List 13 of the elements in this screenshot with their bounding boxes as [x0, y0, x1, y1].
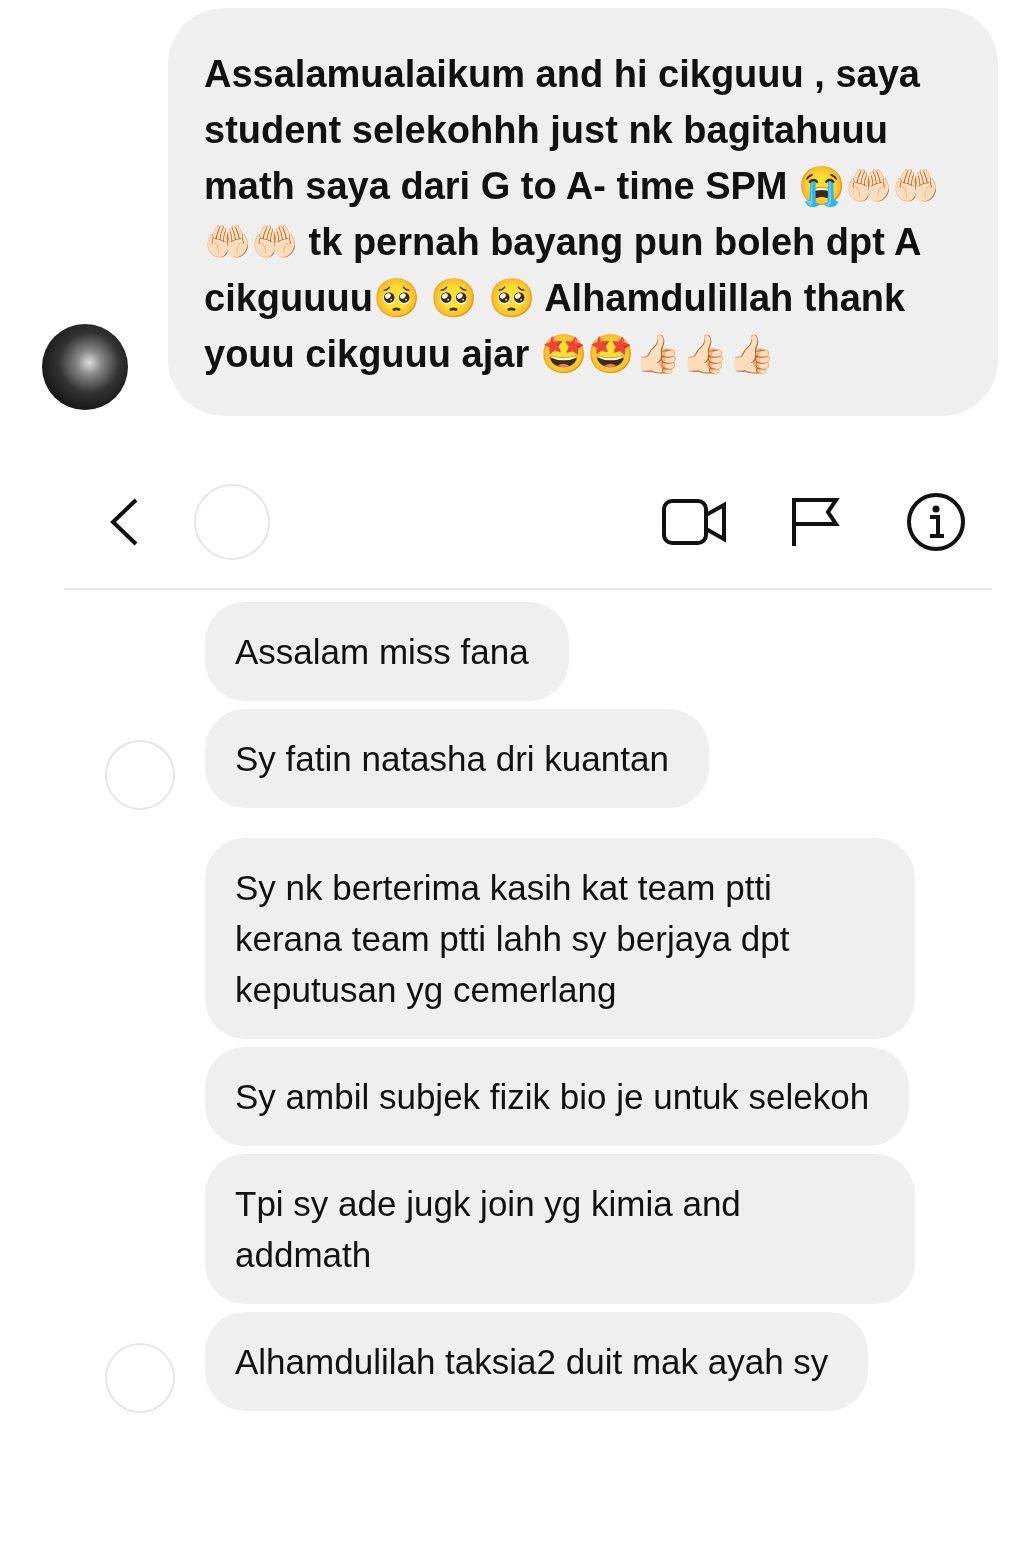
back-icon[interactable]: [108, 497, 140, 547]
message-bubble: Assalam miss fana: [205, 602, 569, 701]
info-icon[interactable]: [906, 492, 966, 552]
message-bubble: Alhamdulilah taksia2 duit mak ayah sy: [205, 1312, 869, 1411]
message-bubble: Sy nk berterima kasih kat team ptti kerana team ptti lahh sy berjaya dpt keputusan yg cemerlang: [205, 838, 915, 1039]
video-call-icon[interactable]: [662, 499, 726, 545]
message-bubble: Sy fatin natasha dri kuantan: [205, 709, 709, 808]
avatar-circle: [105, 740, 175, 810]
avatar-circle: [105, 1343, 175, 1413]
flag-icon[interactable]: [790, 496, 840, 548]
message-bubble: Assalamualaikum and hi cikguuu , saya student selekohhh just nk bagitahuuu math saya dari G to A- time SPM 😭🤲🏻🤲🏻🤲🏻🤲🏻 tk pernah bayang pun boleh dpt A cikguuuu🥺 🥺 🥺 Alhamdulillah thank youu cikguuu ajar 🤩🤩👍🏻👍🏻👍🏻: [168, 8, 998, 416]
message-bubble: Sy ambil subjek fizik bio je untuk selekoh: [205, 1047, 910, 1146]
message-bubble: Tpi sy ade jugk join yg kimia and addmath: [205, 1154, 915, 1304]
